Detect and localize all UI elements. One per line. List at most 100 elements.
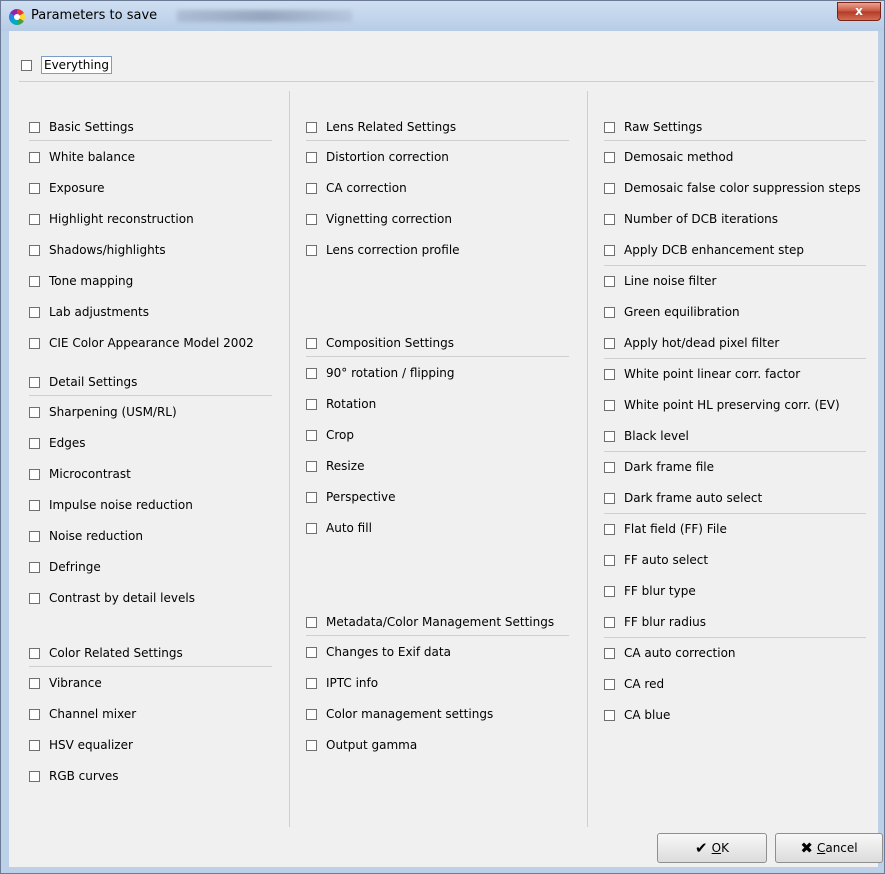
checkbox-box[interactable] bbox=[306, 739, 317, 751]
checkbox-box[interactable] bbox=[29, 275, 40, 287]
checkbox-box[interactable] bbox=[604, 306, 615, 318]
checkbox-output-gamma[interactable]: Output gamma bbox=[306, 735, 417, 755]
checkbox-box[interactable] bbox=[604, 647, 615, 659]
checkbox-box[interactable] bbox=[604, 151, 615, 163]
checkbox-box[interactable] bbox=[21, 59, 32, 71]
checkbox-box[interactable] bbox=[306, 616, 317, 628]
checkbox-ff-blur-type[interactable]: FF blur type bbox=[604, 581, 696, 601]
checkbox-box[interactable] bbox=[29, 306, 40, 318]
checkbox-box[interactable] bbox=[306, 398, 317, 410]
checkbox-box[interactable] bbox=[306, 460, 317, 472]
checkbox-box[interactable] bbox=[306, 337, 317, 349]
checkbox-number-of-dcb-iterations[interactable]: Number of DCB iterations bbox=[604, 209, 778, 229]
checkbox-box[interactable] bbox=[29, 592, 40, 604]
checkbox-box[interactable] bbox=[604, 678, 615, 690]
section-basic-settings-checkbox[interactable]: Basic Settings bbox=[29, 117, 134, 137]
checkbox-box[interactable] bbox=[306, 677, 317, 689]
checkbox-noise-reduction[interactable]: Noise reduction bbox=[29, 526, 143, 546]
checkbox-auto-fill[interactable]: Auto fill bbox=[306, 518, 372, 538]
checkbox-box[interactable] bbox=[604, 585, 615, 597]
checkbox-iptc-info[interactable]: IPTC info bbox=[306, 673, 378, 693]
ok-button[interactable]: ✔ OK bbox=[657, 833, 767, 863]
checkbox-box[interactable] bbox=[29, 647, 40, 659]
checkbox-box[interactable] bbox=[306, 429, 317, 441]
checkbox-box[interactable] bbox=[29, 121, 40, 133]
checkbox-changes-to-exif-data[interactable]: Changes to Exif data bbox=[306, 642, 451, 662]
checkbox-box[interactable] bbox=[306, 646, 317, 658]
checkbox-vignetting-correction[interactable]: Vignetting correction bbox=[306, 209, 452, 229]
checkbox-box[interactable] bbox=[604, 368, 615, 380]
section-color-related-settings-checkbox[interactable]: Color Related Settings bbox=[29, 643, 183, 663]
checkbox-box[interactable] bbox=[604, 182, 615, 194]
checkbox-box[interactable] bbox=[29, 337, 40, 349]
checkbox-ca-blue[interactable]: CA blue bbox=[604, 705, 670, 725]
everything-checkbox[interactable]: Everything bbox=[21, 54, 112, 76]
checkbox-box[interactable] bbox=[29, 376, 40, 388]
checkbox-box[interactable] bbox=[604, 337, 615, 349]
checkbox-black-level[interactable]: Black level bbox=[604, 426, 689, 446]
checkbox-green-equilibration[interactable]: Green equilibration bbox=[604, 302, 740, 322]
checkbox-ff-blur-radius[interactable]: FF blur radius bbox=[604, 612, 706, 632]
checkbox-box[interactable] bbox=[29, 561, 40, 573]
checkbox-contrast-by-detail-levels[interactable]: Contrast by detail levels bbox=[29, 588, 195, 608]
checkbox-ca-red[interactable]: CA red bbox=[604, 674, 664, 694]
checkbox-demosaic-false-color-suppression-steps[interactable]: Demosaic false color suppression steps bbox=[604, 178, 861, 198]
checkbox-box[interactable] bbox=[306, 182, 317, 194]
checkbox-box[interactable] bbox=[29, 530, 40, 542]
checkbox-box[interactable] bbox=[306, 213, 317, 225]
checkbox-box[interactable] bbox=[604, 461, 615, 473]
checkbox-demosaic-method[interactable]: Demosaic method bbox=[604, 147, 733, 167]
checkbox-box[interactable] bbox=[29, 244, 40, 256]
checkbox-box[interactable] bbox=[604, 213, 615, 225]
checkbox-box[interactable] bbox=[29, 406, 40, 418]
checkbox-perspective[interactable]: Perspective bbox=[306, 487, 396, 507]
checkbox-rgb-curves[interactable]: RGB curves bbox=[29, 766, 119, 786]
checkbox-color-management-settings[interactable]: Color management settings bbox=[306, 704, 493, 724]
checkbox-microcontrast[interactable]: Microcontrast bbox=[29, 464, 131, 484]
checkbox-box[interactable] bbox=[29, 213, 40, 225]
section-raw-settings-checkbox[interactable]: Raw Settings bbox=[604, 117, 702, 137]
checkbox-box[interactable] bbox=[604, 244, 615, 256]
checkbox-box[interactable] bbox=[604, 616, 615, 628]
checkbox-resize[interactable]: Resize bbox=[306, 456, 364, 476]
checkbox-ca-correction[interactable]: CA correction bbox=[306, 178, 407, 198]
checkbox-box[interactable] bbox=[29, 151, 40, 163]
checkbox-distortion-correction[interactable]: Distortion correction bbox=[306, 147, 449, 167]
checkbox-vibrance[interactable]: Vibrance bbox=[29, 673, 102, 693]
checkbox-box[interactable] bbox=[29, 739, 40, 751]
checkbox-box[interactable] bbox=[29, 708, 40, 720]
checkbox-box[interactable] bbox=[604, 523, 615, 535]
checkbox-box[interactable] bbox=[604, 275, 615, 287]
section-lens-related-settings-checkbox[interactable]: Lens Related Settings bbox=[306, 117, 456, 137]
checkbox-box[interactable] bbox=[306, 121, 317, 133]
checkbox-dark-frame-file[interactable]: Dark frame file bbox=[604, 457, 714, 477]
checkbox-lab-adjustments[interactable]: Lab adjustments bbox=[29, 302, 149, 322]
checkbox-ca-auto-correction[interactable]: CA auto correction bbox=[604, 643, 736, 663]
checkbox-channel-mixer[interactable]: Channel mixer bbox=[29, 704, 136, 724]
checkbox-box[interactable] bbox=[306, 244, 317, 256]
checkbox-impulse-noise-reduction[interactable]: Impulse noise reduction bbox=[29, 495, 193, 515]
checkbox-cie-color-appearance-model-2002[interactable]: CIE Color Appearance Model 2002 bbox=[29, 333, 254, 353]
checkbox-shadows-highlights[interactable]: Shadows/highlights bbox=[29, 240, 166, 260]
checkbox-box[interactable] bbox=[604, 709, 615, 721]
checkbox-lens-correction-profile[interactable]: Lens correction profile bbox=[306, 240, 460, 260]
section-metadata-color-management-settings-checkbox[interactable]: Metadata/Color Management Settings bbox=[306, 612, 554, 632]
checkbox-exposure[interactable]: Exposure bbox=[29, 178, 105, 198]
checkbox-line-noise-filter[interactable]: Line noise filter bbox=[604, 271, 716, 291]
section-composition-settings-checkbox[interactable]: Composition Settings bbox=[306, 333, 454, 353]
checkbox-box[interactable] bbox=[306, 522, 317, 534]
checkbox-ff-auto-select[interactable]: FF auto select bbox=[604, 550, 708, 570]
checkbox-rotation[interactable]: Rotation bbox=[306, 394, 376, 414]
checkbox-defringe[interactable]: Defringe bbox=[29, 557, 101, 577]
section-detail-settings-checkbox[interactable]: Detail Settings bbox=[29, 372, 137, 392]
checkbox-white-balance[interactable]: White balance bbox=[29, 147, 135, 167]
checkbox-tone-mapping[interactable]: Tone mapping bbox=[29, 271, 133, 291]
checkbox-crop[interactable]: Crop bbox=[306, 425, 354, 445]
checkbox-apply-hot-dead-pixel-filter[interactable]: Apply hot/dead pixel filter bbox=[604, 333, 779, 353]
checkbox-box[interactable] bbox=[604, 492, 615, 504]
checkbox-box[interactable] bbox=[29, 677, 40, 689]
cancel-button[interactable]: ✖ Cancel bbox=[775, 833, 883, 863]
checkbox-apply-dcb-enhancement-step[interactable]: Apply DCB enhancement step bbox=[604, 240, 804, 260]
checkbox-box[interactable] bbox=[306, 367, 317, 379]
checkbox-box[interactable] bbox=[29, 182, 40, 194]
